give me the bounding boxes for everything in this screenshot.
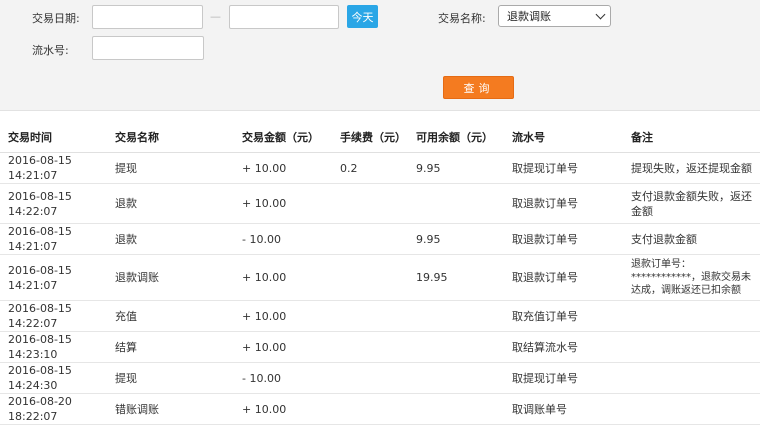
table-row: 2016-08-20 18:22:07 错账调账 + 10.00 取调账单号	[0, 393, 760, 425]
cell-time: 2016-08-15 14:21:07	[0, 223, 107, 255]
type-select[interactable]: 退款调账	[498, 5, 611, 27]
cell-time: 2016-08-15 14:24:30	[0, 362, 107, 394]
table-row: 2016-08-15 14:21:07 退款调账 + 10.00 19.95 取…	[0, 254, 760, 301]
cell-serial: 取充值订单号	[504, 300, 623, 332]
date-end-input[interactable]	[229, 5, 339, 29]
cell-amount: - 10.00	[234, 223, 332, 255]
serial-input[interactable]	[92, 36, 204, 60]
cell-serial: 取退款订单号	[504, 223, 623, 255]
cell-time: 2016-08-15 14:22:07	[0, 300, 107, 332]
table-row: 2016-08-15 14:24:30 提现 - 10.00 取提现订单号	[0, 362, 760, 394]
table-header-row: 交易时间 交易名称 交易金额（元） 手续费（元） 可用余额（元） 流水号 备注	[0, 121, 760, 153]
cell-name: 提现	[107, 152, 234, 184]
cell-fee	[332, 393, 408, 425]
cell-serial: 取提现订单号	[504, 362, 623, 394]
table-row: 2016-08-15 14:22:07 退款 + 10.00 取退款订单号 支付…	[0, 183, 760, 224]
cell-note	[623, 300, 760, 332]
cell-fee	[332, 331, 408, 363]
cell-serial: 取退款订单号	[504, 254, 623, 301]
col-header-balance: 可用余额（元）	[408, 121, 504, 153]
cell-serial: 取退款订单号	[504, 183, 623, 224]
cell-note: 支付退款金额失败，返还金额	[623, 183, 760, 224]
cell-name: 退款调账	[107, 254, 234, 301]
cell-time: 2016-08-20 18:22:07	[0, 393, 107, 425]
table-row: 2016-08-15 14:21:07 提现 + 10.00 0.2 9.95 …	[0, 152, 760, 184]
cell-amount: + 10.00	[234, 331, 332, 363]
cell-name: 充值	[107, 300, 234, 332]
cell-amount: + 10.00	[234, 183, 332, 224]
cell-time: 2016-08-15 14:21:07	[0, 152, 107, 184]
cell-note: 退款订单号：************，退款交易未达成，调账返还已扣余额	[623, 254, 760, 301]
cell-name: 错账调账	[107, 393, 234, 425]
cell-time: 2016-08-15 14:23:10	[0, 331, 107, 363]
cell-fee	[332, 362, 408, 394]
type-select-value: 退款调账	[507, 10, 551, 23]
cell-time: 2016-08-15 14:21:07	[0, 254, 107, 301]
cell-fee	[332, 300, 408, 332]
table-row: 2016-08-15 14:23:10 结算 + 10.00 取结算流水号	[0, 331, 760, 363]
cell-amount: + 10.00	[234, 152, 332, 184]
date-label: 交易日期:	[32, 12, 80, 25]
cell-serial: 取调账单号	[504, 393, 623, 425]
cell-balance	[408, 183, 504, 224]
cell-amount: + 10.00	[234, 393, 332, 425]
cell-note	[623, 362, 760, 394]
today-button[interactable]: 今天	[347, 5, 378, 28]
cell-name: 提现	[107, 362, 234, 394]
table-row: 2016-08-15 14:21:07 退款 - 10.00 9.95 取退款订…	[0, 223, 760, 255]
filter-panel: 交易日期: — 今天 交易名称: 退款调账 流水号: 查询	[0, 0, 760, 111]
query-button[interactable]: 查询	[443, 76, 514, 99]
cell-note	[623, 393, 760, 425]
cell-balance: 19.95	[408, 254, 504, 301]
cell-balance: 9.95	[408, 223, 504, 255]
col-header-note: 备注	[623, 121, 760, 153]
cell-amount: + 10.00	[234, 254, 332, 301]
cell-name: 退款	[107, 223, 234, 255]
cell-balance	[408, 362, 504, 394]
col-header-name: 交易名称	[107, 121, 234, 153]
cell-note: 提现失败，返还提现金额	[623, 152, 760, 184]
cell-serial: 取结算流水号	[504, 331, 623, 363]
cell-balance	[408, 393, 504, 425]
cell-serial: 取提现订单号	[504, 152, 623, 184]
cell-name: 退款	[107, 183, 234, 224]
cell-amount: - 10.00	[234, 362, 332, 394]
cell-fee	[332, 254, 408, 301]
col-header-time: 交易时间	[0, 121, 107, 153]
chevron-down-icon	[595, 9, 606, 20]
transaction-table: 交易时间 交易名称 交易金额（元） 手续费（元） 可用余额（元） 流水号 备注 …	[0, 121, 760, 425]
table-row: 2016-08-15 14:22:07 充值 + 10.00 取充值订单号	[0, 300, 760, 332]
cell-note	[623, 331, 760, 363]
cell-balance	[408, 331, 504, 363]
col-header-fee: 手续费（元）	[332, 121, 408, 153]
cell-name: 结算	[107, 331, 234, 363]
cell-amount: + 10.00	[234, 300, 332, 332]
serial-label: 流水号:	[32, 44, 69, 57]
date-separator: —	[210, 10, 221, 23]
cell-fee: 0.2	[332, 152, 408, 184]
date-start-input[interactable]	[92, 5, 203, 29]
type-label: 交易名称:	[438, 12, 486, 25]
cell-time: 2016-08-15 14:22:07	[0, 183, 107, 224]
col-header-amount: 交易金额（元）	[234, 121, 332, 153]
cell-fee	[332, 183, 408, 224]
col-header-serial: 流水号	[504, 121, 623, 153]
cell-balance: 9.95	[408, 152, 504, 184]
cell-fee	[332, 223, 408, 255]
cell-note: 支付退款金额	[623, 223, 760, 255]
cell-balance	[408, 300, 504, 332]
